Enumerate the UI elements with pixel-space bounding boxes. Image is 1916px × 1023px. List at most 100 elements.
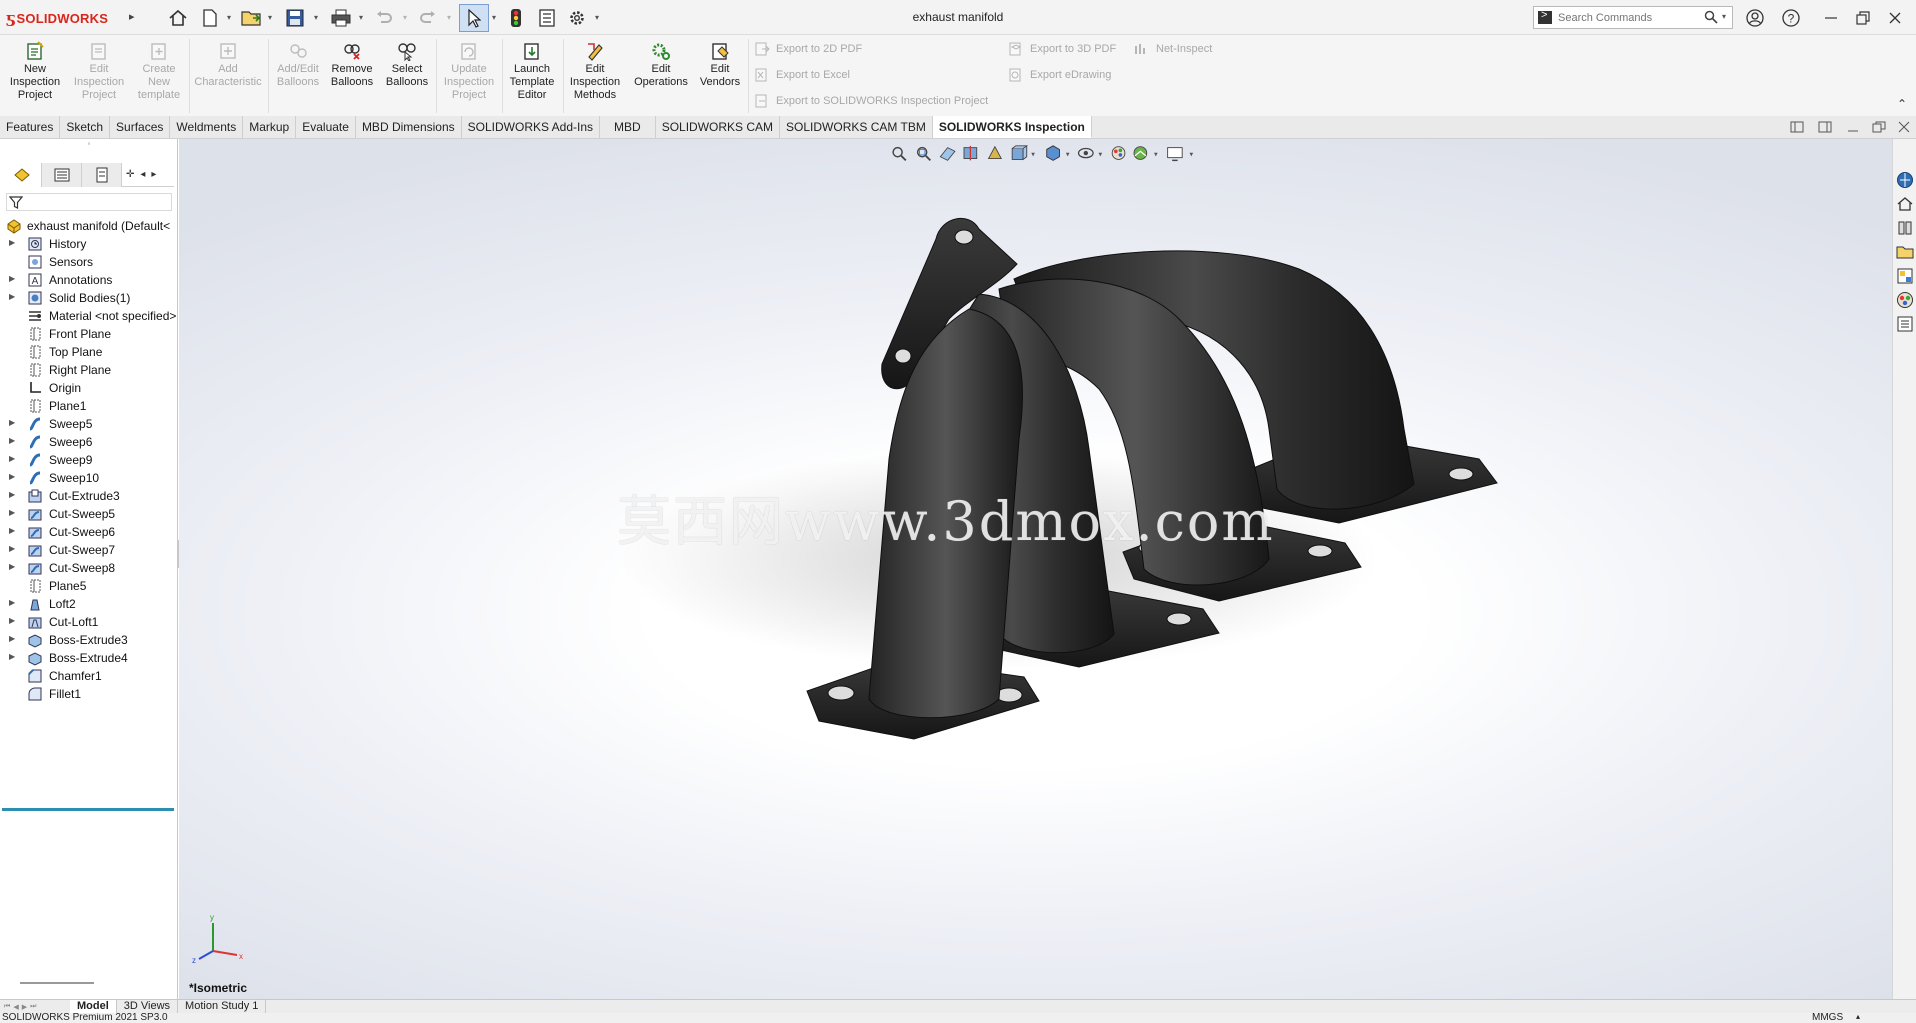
appearances-icon[interactable] [1896,291,1914,309]
tab-model[interactable]: Model [70,1000,117,1013]
tree-item[interactable]: ▶ Cut-Sweep5 [0,505,178,523]
select-balloons-button[interactable]: Select Balloons [380,41,434,111]
tile-left-icon[interactable] [1790,121,1804,133]
last-tab-icon[interactable]: ⏭ [30,1003,36,1011]
tree-item[interactable]: ▶ Cut-Sweep7 [0,541,178,559]
tree-filter[interactable] [6,193,172,211]
rebuild-button[interactable] [506,7,526,29]
expand-arrow-icon[interactable]: ▶ [9,454,15,463]
unit-system[interactable]: MMGS [1812,1013,1843,1023]
export-3d-pdf-button[interactable]: Export to 3D PDF [1008,41,1116,57]
tree-item[interactable]: ▶ Cut-Loft1 [0,613,178,631]
tab-solidworks-cam[interactable]: SOLIDWORKS CAM [656,116,781,138]
tree-item[interactable]: ▶ Cut-Sweep6 [0,523,178,541]
tab-mbd[interactable]: MBD [600,116,656,138]
tree-item[interactable]: ▶ Cut-Extrude3 [0,487,178,505]
next-tab-icon[interactable]: ▶ [22,1003,27,1011]
graphics-viewport[interactable]: ▾ ▾ ▾ ▾ ▾ 莫西网www.3dmox.com y x z *Isomet… [179,139,1892,999]
close-button[interactable] [1884,7,1906,29]
tree-item[interactable]: Chamfer1 [0,667,178,685]
scroll-left-icon[interactable]: ◂ [140,169,145,180]
print-caret-icon[interactable]: ▾ [359,13,363,22]
tab-solidworks-cam-tbm[interactable]: SOLIDWORKS CAM TBM [780,116,933,138]
tree-item[interactable]: ▶ Sweep9 [0,451,178,469]
undo-button[interactable] [374,7,394,29]
launch-template-editor-button[interactable]: Launch Template Editor [504,41,560,111]
panel-grip-icon[interactable]: ◦ [0,139,178,149]
expand-arrow-icon[interactable]: ▶ [9,238,15,247]
remove-balloons-button[interactable]: Remove Balloons [326,41,378,111]
create-new-template-button[interactable]: Create New template [132,41,186,111]
tree-item[interactable]: Sensors [0,253,178,271]
exhaust-manifold-model[interactable] [179,139,1892,999]
solidworks-logo[interactable]: ƽ SOLIDWORKS [6,9,108,27]
expand-arrow-icon[interactable]: ▶ [9,418,15,427]
options-caret-icon[interactable]: ▾ [595,13,599,22]
tab-3d-views[interactable]: 3D Views [117,1000,179,1013]
tree-item[interactable]: ▶ Boss-Extrude3 [0,631,178,649]
design-library-icon[interactable] [1896,219,1914,237]
tree-item[interactable]: Plane5 [0,577,178,595]
save-button[interactable] [284,7,306,29]
property-manager-tab[interactable] [42,163,82,187]
tab-mbd-dimensions[interactable]: MBD Dimensions [356,116,462,138]
search-commands-box[interactable]: ▾ [1533,6,1733,29]
configuration-manager-tab[interactable] [82,163,122,187]
edit-inspection-methods-button[interactable]: Edit Inspection Methods [566,41,624,111]
doc-close-icon[interactable] [1898,121,1910,133]
tab-motion-study-1[interactable]: Motion Study 1 [178,1000,267,1013]
tab-evaluate[interactable]: Evaluate [296,116,356,138]
new-document-button[interactable] [200,7,220,29]
tab-markup[interactable]: Markup [243,116,297,138]
tree-item[interactable]: Fillet1 [0,685,178,703]
update-inspection-project-button[interactable]: Update Inspection Project [440,41,498,111]
tree-item[interactable]: ▶ Loft2 [0,595,178,613]
search-input[interactable] [1558,9,1698,26]
home-task-icon[interactable] [1896,195,1914,213]
edit-vendors-button[interactable]: Edit Vendors [696,41,744,111]
user-account-button[interactable] [1744,7,1766,29]
tree-item[interactable]: Front Plane [0,325,178,343]
select-button[interactable] [459,4,489,32]
help-button[interactable]: ? [1780,7,1802,29]
open-button[interactable] [240,7,264,29]
custom-properties-icon[interactable] [1896,315,1914,333]
expand-arrow-icon[interactable]: ▶ [9,436,15,445]
expand-arrow-icon[interactable]: ▶ [9,526,15,535]
tab-solidworks-add-ins[interactable]: SOLIDWORKS Add-Ins [462,116,601,138]
doc-restore-icon[interactable] [1872,121,1886,133]
expand-arrow-icon[interactable]: ▶ [9,508,15,517]
tab-sketch[interactable]: Sketch [60,116,111,138]
tree-item[interactable]: ▶ A Annotations [0,271,178,289]
net-inspect-button[interactable]: Net-Inspect [1134,41,1212,57]
tree-item[interactable]: ▶ Sweep6 [0,433,178,451]
tree-item[interactable]: ▶ Sweep10 [0,469,178,487]
expand-arrow-icon[interactable]: ▶ [9,634,15,643]
save-caret-icon[interactable]: ▾ [314,13,318,22]
add-edit-balloons-button[interactable]: Add/Edit Balloons [272,41,324,111]
options-button[interactable] [566,7,588,29]
unit-system-caret-icon[interactable]: ▴ [1856,1013,1860,1021]
tree-root-part[interactable]: exhaust manifold (Default< [0,217,178,235]
new-inspection-project-button[interactable]: New Inspection Project [4,41,66,111]
tree-item[interactable]: ▶ History [0,235,178,253]
rollback-bar[interactable] [2,808,174,811]
tree-item[interactable]: Origin [0,379,178,397]
expand-arrow-icon[interactable]: ▶ [9,652,15,661]
expand-arrow-icon[interactable]: ▶ [9,292,15,301]
collapse-ribbon-icon[interactable]: ⌃ [1897,97,1907,111]
tree-item[interactable]: Material <not specified> [0,307,178,325]
view-palette-icon[interactable] [1896,267,1914,285]
menu-flyout-arrow-icon[interactable]: ▸ [129,10,135,23]
expand-arrow-icon[interactable]: ▶ [9,562,15,571]
export-edrawing-button[interactable]: Export eDrawing [1008,67,1111,83]
export-inspection-project-button[interactable]: Export to SOLIDWORKS Inspection Project [754,93,988,109]
search-icon[interactable] [1704,10,1718,24]
tile-right-icon[interactable] [1818,121,1832,133]
tab-weldments[interactable]: Weldments [170,116,244,138]
file-properties-button[interactable] [536,7,558,29]
tree-item[interactable]: Right Plane [0,361,178,379]
tree-item[interactable]: ▶ Solid Bodies(1) [0,289,178,307]
search-caret-icon[interactable]: ▾ [1722,12,1726,21]
redo-button[interactable] [418,7,438,29]
